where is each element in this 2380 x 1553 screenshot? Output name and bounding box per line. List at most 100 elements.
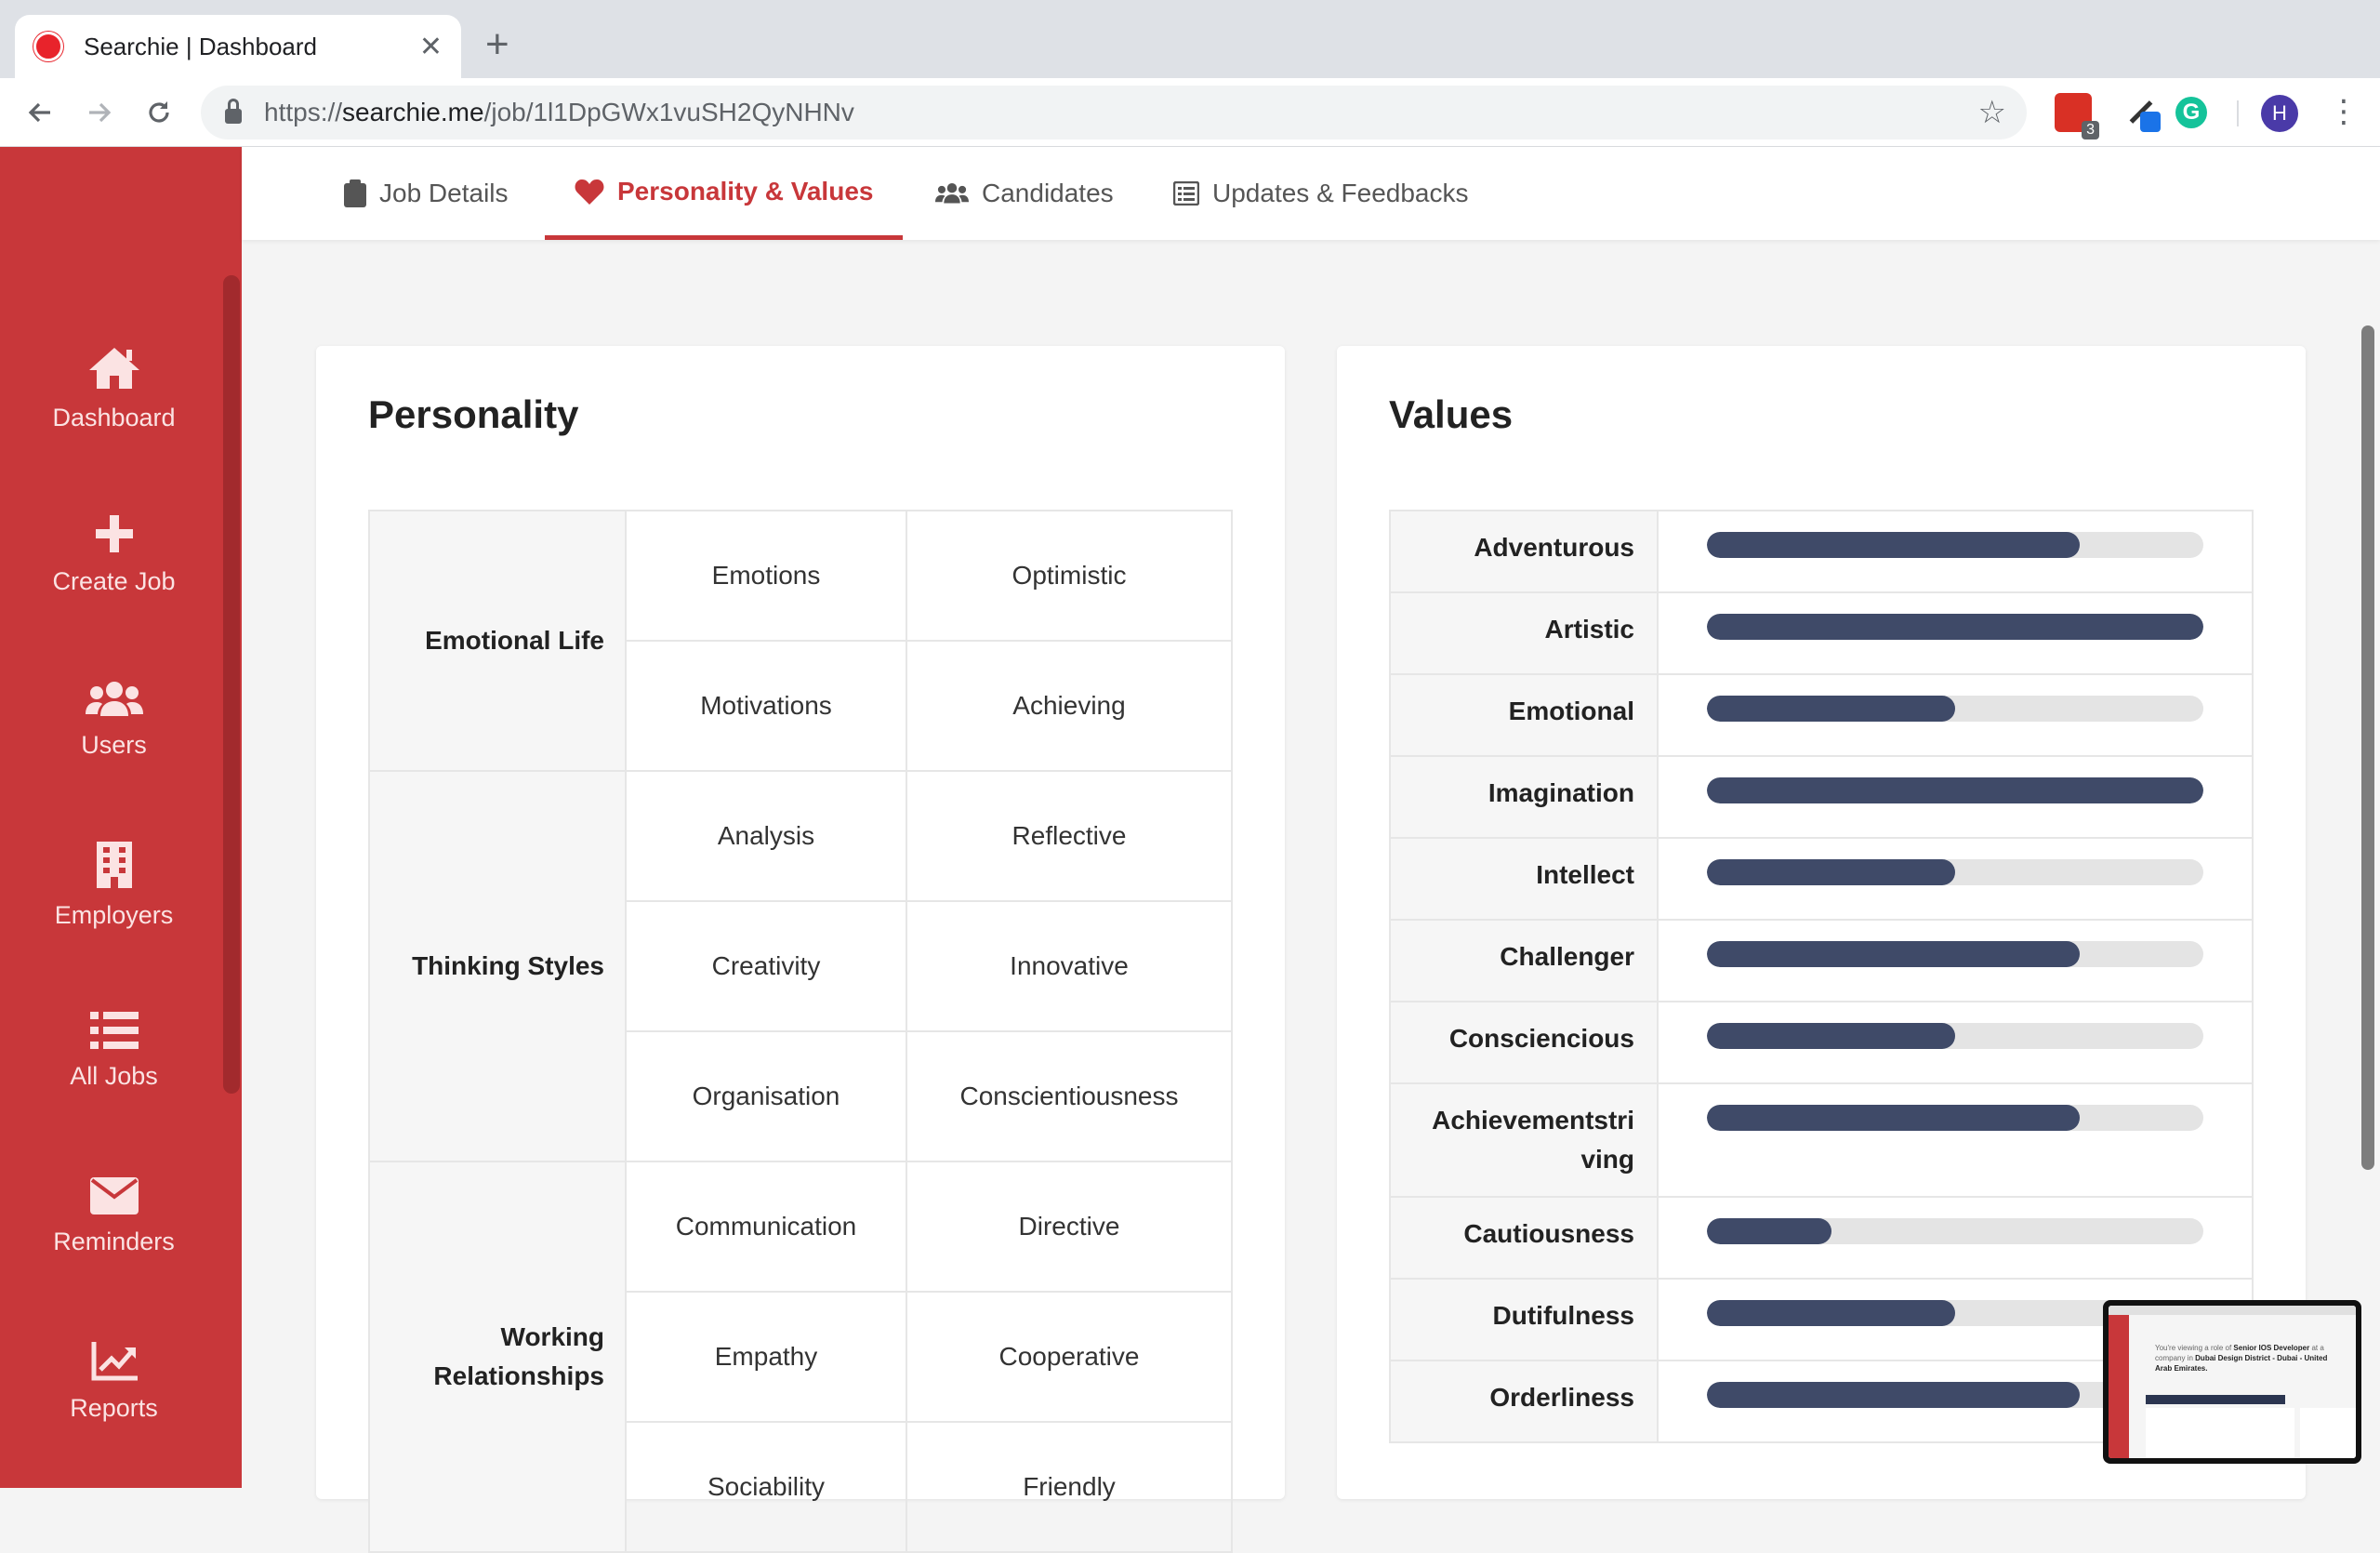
users-icon bbox=[85, 681, 143, 716]
lock-icon[interactable] bbox=[225, 99, 242, 124]
table-row: Imagination bbox=[1389, 755, 2254, 839]
sidebar-item-reminders[interactable]: Reminders bbox=[0, 1156, 228, 1277]
browser-tab[interactable]: Searchie | Dashboard ✕ bbox=[15, 15, 461, 78]
sidebar-item-label: Create Job bbox=[52, 566, 176, 595]
value-name-cell: Imagination bbox=[1389, 755, 1659, 839]
value-bar-fill bbox=[1707, 1023, 1955, 1049]
value-bar-track bbox=[1707, 614, 2203, 640]
value-bar-cell bbox=[1657, 837, 2254, 921]
envelope-icon bbox=[89, 1176, 139, 1215]
sidebar-item-all-jobs[interactable]: All Jobs bbox=[0, 990, 228, 1111]
page-scrollbar[interactable] bbox=[2361, 325, 2374, 1170]
table-row: Adventurous bbox=[1389, 510, 2254, 593]
back-arrow-icon[interactable] bbox=[19, 91, 61, 134]
browser-tabstrip: Searchie | Dashboard ✕ + bbox=[0, 0, 2380, 78]
sidebar-item-employers[interactable]: Employers bbox=[0, 825, 228, 946]
value-bar-cell bbox=[1657, 591, 2254, 675]
close-tab-icon[interactable]: ✕ bbox=[419, 31, 443, 63]
tab-job-details[interactable]: Job Details bbox=[344, 147, 509, 240]
value-bar-cell bbox=[1657, 1001, 2254, 1084]
group-cell: Emotional Life bbox=[368, 510, 627, 772]
searchie-favicon-icon bbox=[33, 32, 63, 61]
values-title: Values bbox=[1389, 392, 1514, 436]
color-picker-extension-icon[interactable] bbox=[2122, 93, 2161, 132]
browser-tab-title: Searchie | Dashboard bbox=[84, 32, 318, 60]
thumbnail-sidebar bbox=[2109, 1315, 2129, 1458]
trait-cell: Sociability bbox=[625, 1421, 907, 1553]
value-bar-track bbox=[1707, 1105, 2203, 1131]
trait-cell: Emotions bbox=[625, 510, 907, 642]
value-bar-cell bbox=[1657, 673, 2254, 757]
tab-label: Job Details bbox=[379, 179, 509, 207]
trait-cell: Analysis bbox=[625, 770, 907, 902]
profile-avatar[interactable]: H bbox=[2261, 95, 2298, 132]
value-bar-fill bbox=[1707, 1382, 2080, 1408]
value-bar-fill bbox=[1707, 696, 1955, 722]
list-alt-icon bbox=[1173, 181, 1199, 206]
tab-label: Personality & Values bbox=[617, 176, 874, 206]
value-name-cell: Cautiousness bbox=[1389, 1196, 1659, 1280]
heart-icon bbox=[575, 179, 604, 205]
value-name-cell: Dutifulness bbox=[1389, 1278, 1659, 1361]
value-bar-fill bbox=[1707, 614, 2203, 640]
value-bar-fill bbox=[1707, 532, 2080, 558]
table-row: Artistic bbox=[1389, 591, 2254, 675]
reload-icon[interactable] bbox=[138, 91, 180, 134]
table-row: Emotional bbox=[1389, 673, 2254, 757]
value-bar-fill bbox=[1707, 1218, 1831, 1244]
thumbnail-preview: You're viewing a role of Senior IOS Deve… bbox=[2109, 1306, 2356, 1458]
home-icon bbox=[88, 347, 139, 389]
sidebar-item-dashboard[interactable]: Dashboard bbox=[0, 328, 228, 449]
trait-cell: Motivations bbox=[625, 640, 907, 772]
tab-label: Updates & Feedbacks bbox=[1212, 179, 1469, 207]
thumbnail-text: You're viewing a role of Senior IOS Deve… bbox=[2155, 1344, 2328, 1373]
trait-cell: Empathy bbox=[625, 1291, 907, 1423]
table-row: Thinking Styles Analysis Reflective bbox=[368, 770, 1233, 1162]
tab-personality-values[interactable]: Personality & Values bbox=[545, 147, 904, 240]
value-bar-track bbox=[1707, 696, 2203, 722]
chrome-menu-icon[interactable]: ⋮ bbox=[2328, 93, 2360, 130]
sidebar-item-users[interactable]: Users bbox=[0, 659, 228, 780]
sidebar-item-label: Reports bbox=[70, 1393, 158, 1422]
value-name-cell: Artistic bbox=[1389, 591, 1659, 675]
toolbar-divider bbox=[2237, 100, 2239, 126]
forward-arrow-icon[interactable] bbox=[78, 91, 121, 134]
group-cell: Working Relationships bbox=[368, 1161, 627, 1553]
value-bar-track bbox=[1707, 532, 2203, 558]
plus-icon bbox=[95, 514, 133, 552]
personality-title: Personality bbox=[368, 392, 579, 436]
value-bar-cell bbox=[1657, 919, 2254, 1002]
sidebar-item-create-job[interactable]: Create Job bbox=[0, 494, 228, 615]
sidebar-item-label: Users bbox=[81, 730, 147, 759]
trait-cell: Organisation bbox=[625, 1030, 907, 1162]
trait-value-cell: Innovative bbox=[906, 900, 1233, 1032]
value-bar-cell bbox=[1657, 1196, 2254, 1280]
value-bar-fill bbox=[1707, 941, 2080, 967]
value-bar-track bbox=[1707, 777, 2203, 803]
value-name-cell: Emotional bbox=[1389, 673, 1659, 757]
url-text[interactable]: https://searchie.me/job/1l1DpGWx1vuSH2Qy… bbox=[264, 98, 1978, 127]
sidebar-item-reports[interactable]: Reports bbox=[0, 1321, 228, 1442]
address-bar[interactable]: https://searchie.me/job/1l1DpGWx1vuSH2Qy… bbox=[201, 86, 2027, 139]
value-bar-cell bbox=[1657, 1082, 2254, 1198]
value-bar-fill bbox=[1707, 1105, 2080, 1131]
personality-card: Personality Emotional Life Emotions Opti… bbox=[316, 346, 1285, 1553]
sidebar-item-label: Dashboard bbox=[52, 403, 176, 431]
sidebar-item-label: Employers bbox=[54, 900, 174, 929]
tab-candidates[interactable]: Candidates bbox=[935, 147, 1114, 240]
table-row: Emotional Life Emotions Optimistic bbox=[368, 510, 1233, 772]
trait-value-cell: Achieving bbox=[906, 640, 1233, 772]
value-name-cell: Intellect bbox=[1389, 837, 1659, 921]
value-bar-fill bbox=[1707, 777, 2203, 803]
grammarly-extension-icon[interactable]: G bbox=[2175, 97, 2207, 128]
value-name-cell: Challenger bbox=[1389, 919, 1659, 1002]
bookmark-star-icon[interactable]: ☆ bbox=[1978, 94, 2006, 131]
new-tab-icon[interactable]: + bbox=[485, 24, 509, 65]
extension-badge: 3 bbox=[2082, 121, 2099, 139]
todo-extension-icon[interactable]: 3 bbox=[2055, 93, 2099, 139]
trait-value-cell: Reflective bbox=[906, 770, 1233, 902]
tab-updates-feedbacks[interactable]: Updates & Feedbacks bbox=[1173, 147, 1469, 240]
screenshot-thumbnail[interactable]: You're viewing a role of Senior IOS Deve… bbox=[2103, 1300, 2361, 1464]
building-icon bbox=[96, 841, 132, 888]
thumbnail-card bbox=[2300, 1408, 2356, 1458]
